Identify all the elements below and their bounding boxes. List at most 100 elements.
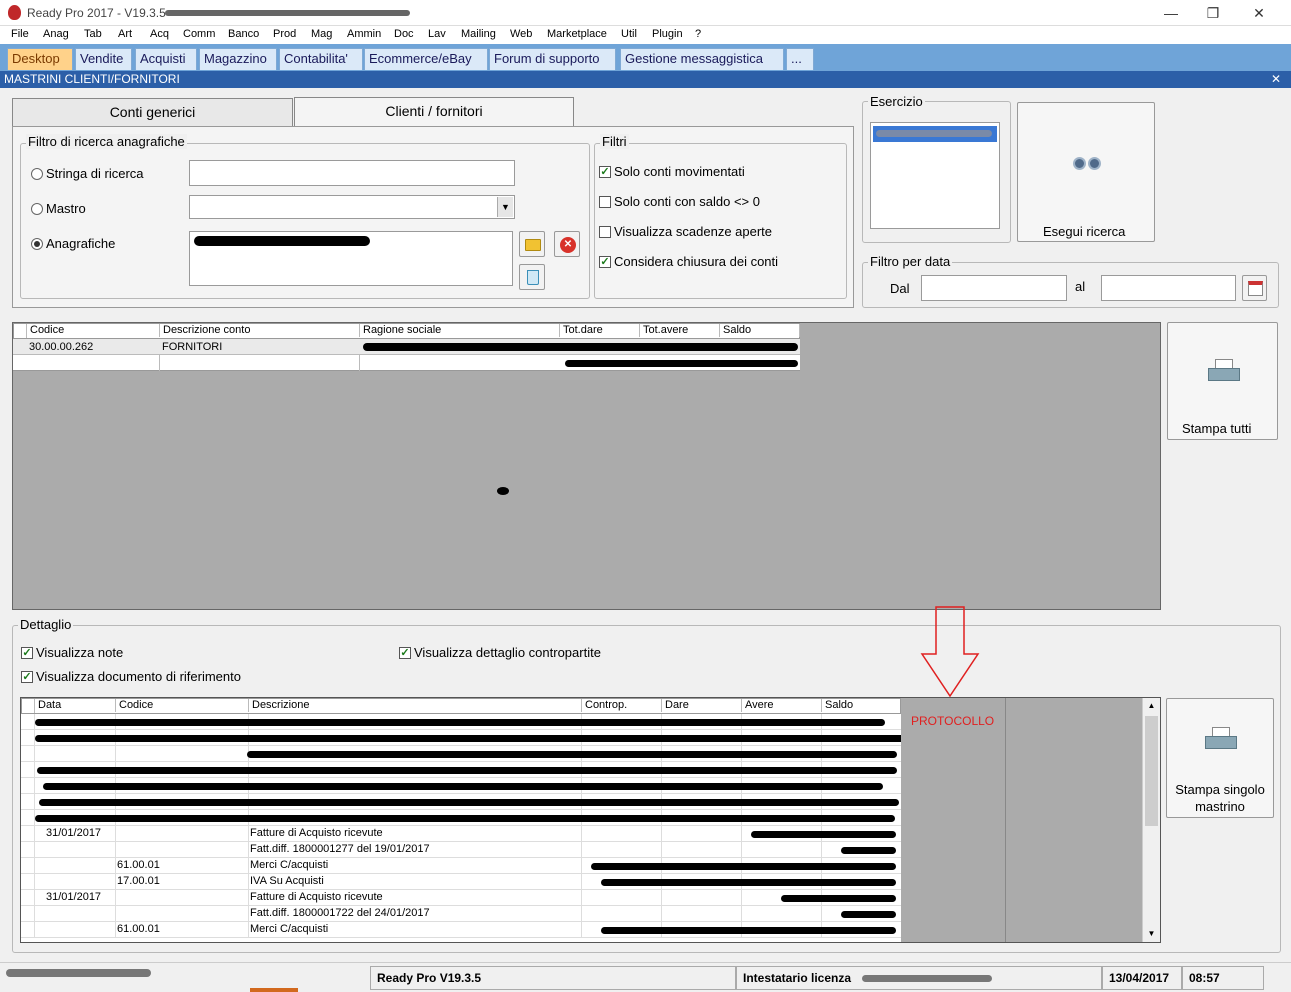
table-row[interactable]: 61.00.01 Merci C/acquisti: [21, 922, 901, 938]
col-codice-det[interactable]: Codice: [116, 699, 249, 712]
table-row[interactable]: [21, 730, 905, 746]
menu-item-comm[interactable]: Comm: [183, 28, 215, 40]
date-from-input[interactable]: [921, 275, 1067, 301]
table-row[interactable]: Fatt.diff. 1800001722 del 24/01/2017: [21, 906, 901, 922]
filtri-checkbox-2[interactable]: [599, 226, 611, 238]
table-row[interactable]: [21, 794, 901, 810]
menu-item-ammin[interactable]: Ammin: [347, 28, 381, 40]
remove-button[interactable]: ✕: [554, 231, 580, 257]
col-tot-dare[interactable]: Tot.dare: [560, 324, 640, 337]
menu-item-acq[interactable]: Acq: [150, 28, 169, 40]
section-close-button[interactable]: ✕: [1271, 72, 1281, 86]
table-row[interactable]: [21, 778, 901, 794]
menu-item-tab[interactable]: Tab: [84, 28, 102, 40]
tab-module-0[interactable]: Desktop: [7, 48, 73, 70]
chevron-down-icon[interactable]: ▼: [497, 197, 513, 217]
date-to-input[interactable]: [1101, 275, 1236, 301]
menu-item-mag[interactable]: Mag: [311, 28, 332, 40]
dettaglio-grid[interactable]: Data Codice Descrizione Controp. Dare Av…: [20, 697, 1161, 943]
esercizio-selected-item[interactable]: [873, 126, 997, 142]
menu-item-anag[interactable]: Anag: [43, 28, 69, 40]
radio-stringa[interactable]: [31, 168, 43, 180]
menu-item-[interactable]: ?: [695, 28, 701, 40]
menu-item-banco[interactable]: Banco: [228, 28, 259, 40]
col-dare[interactable]: Dare: [662, 699, 742, 712]
tab-module-1[interactable]: Vendite: [75, 48, 132, 70]
tab-module-6[interactable]: Forum di supporto: [489, 48, 616, 70]
tab-module-5[interactable]: Ecommerce/eBay: [364, 48, 488, 70]
tab-module-4[interactable]: Contabilita': [279, 48, 363, 70]
table-row[interactable]: 31/01/2017 Fatture di Acquisto ricevute: [21, 890, 901, 906]
cell-codice: 61.00.01: [117, 923, 160, 935]
menu-item-art[interactable]: Art: [118, 28, 132, 40]
scroll-up-icon[interactable]: ▲: [1143, 698, 1160, 714]
check-documento-riferimento[interactable]: ✓: [21, 671, 33, 683]
clear-button[interactable]: [519, 264, 545, 290]
table-row[interactable]: 17.00.01 IVA Su Acquisti: [21, 874, 901, 890]
redacted-amount: [601, 879, 896, 886]
radio-mastro[interactable]: [31, 203, 43, 215]
filtri-checkbox-3[interactable]: ✓: [599, 256, 611, 268]
table-row[interactable]: [21, 746, 901, 762]
menu-item-prod[interactable]: Prod: [273, 28, 296, 40]
menu-item-util[interactable]: Util: [621, 28, 637, 40]
esegui-ricerca-button[interactable]: Esegui ricerca: [1017, 102, 1155, 242]
col-tot-avere[interactable]: Tot.avere: [640, 324, 720, 337]
table-row[interactable]: [21, 714, 901, 730]
calendar-button[interactable]: [1242, 275, 1267, 301]
radio-anagrafiche[interactable]: [31, 238, 43, 250]
table-row[interactable]: 31/01/2017 Fatture di Acquisto ricevute: [21, 826, 901, 842]
filtri-checkbox-0[interactable]: ✓: [599, 166, 611, 178]
section-title: MASTRINI CLIENTI/FORNITORI: [4, 72, 180, 86]
minimize-button[interactable]: —: [1148, 0, 1194, 26]
col-descrizione-conto[interactable]: Descrizione conto: [160, 324, 360, 337]
col-saldo-det[interactable]: Saldo: [822, 699, 902, 712]
table-row[interactable]: 61.00.01 Merci C/acquisti: [21, 858, 901, 874]
stringa-input[interactable]: [189, 160, 515, 186]
tab-module-3[interactable]: Magazzino: [199, 48, 277, 70]
filtro-anagrafiche-legend: Filtro di ricerca anagrafiche: [26, 134, 187, 149]
tab-module-7[interactable]: Gestione messaggistica: [620, 48, 784, 70]
menu-item-web[interactable]: Web: [510, 28, 532, 40]
protocollo-column: PROTOCOLLO: [901, 698, 1142, 942]
table-row[interactable]: [21, 762, 901, 778]
tab-module-2[interactable]: Acquisti: [135, 48, 197, 70]
scroll-thumb[interactable]: [1145, 716, 1158, 826]
mastro-select[interactable]: ▼: [189, 195, 515, 219]
conti-grid[interactable]: Codice Descrizione conto Ragione sociale…: [12, 322, 1161, 610]
close-window-button[interactable]: ✕: [1236, 0, 1282, 26]
redacted-amount: [841, 847, 896, 854]
col-descrizione[interactable]: Descrizione: [249, 699, 582, 712]
menu-item-doc[interactable]: Doc: [394, 28, 414, 40]
tab-conti-generici[interactable]: Conti generici: [12, 98, 293, 126]
scroll-down-icon[interactable]: ▼: [1143, 926, 1160, 942]
tab-module-8[interactable]: ...: [786, 48, 814, 70]
folder-open-button[interactable]: [519, 231, 545, 257]
filtri-checkbox-1[interactable]: [599, 196, 611, 208]
menu-item-plugin[interactable]: Plugin: [652, 28, 683, 40]
stampa-tutti-button[interactable]: Stampa tutti: [1167, 322, 1278, 440]
vertical-scrollbar[interactable]: ▲ ▼: [1142, 698, 1160, 942]
table-row[interactable]: [13, 355, 800, 371]
anagrafiche-list[interactable]: [189, 231, 513, 286]
table-row[interactable]: 30.00.00.262 FORNITORI: [13, 339, 800, 355]
redacted-row: [35, 719, 885, 726]
check-dettaglio-contropartite[interactable]: ✓: [399, 647, 411, 659]
check-visualizza-note[interactable]: ✓: [21, 647, 33, 659]
table-row[interactable]: Fatt.diff. 1800001277 del 19/01/2017: [21, 842, 901, 858]
tab-clienti-fornitori[interactable]: Clienti / fornitori: [294, 97, 574, 127]
stampa-singolo-button[interactable]: Stampa singolo mastrino: [1166, 698, 1274, 818]
menu-item-lav[interactable]: Lav: [428, 28, 446, 40]
col-controp[interactable]: Controp.: [582, 699, 662, 712]
menu-item-file[interactable]: File: [11, 28, 29, 40]
col-codice[interactable]: Codice: [27, 324, 160, 337]
maximize-button[interactable]: ❐: [1190, 0, 1236, 26]
menu-item-mailing[interactable]: Mailing: [461, 28, 496, 40]
esercizio-list[interactable]: [870, 122, 1000, 229]
col-ragione-sociale[interactable]: Ragione sociale: [360, 324, 560, 337]
table-row[interactable]: [21, 810, 901, 826]
col-saldo[interactable]: Saldo: [720, 324, 800, 337]
col-data[interactable]: Data: [35, 699, 116, 712]
col-avere[interactable]: Avere: [742, 699, 822, 712]
menu-item-marketplace[interactable]: Marketplace: [547, 28, 607, 40]
